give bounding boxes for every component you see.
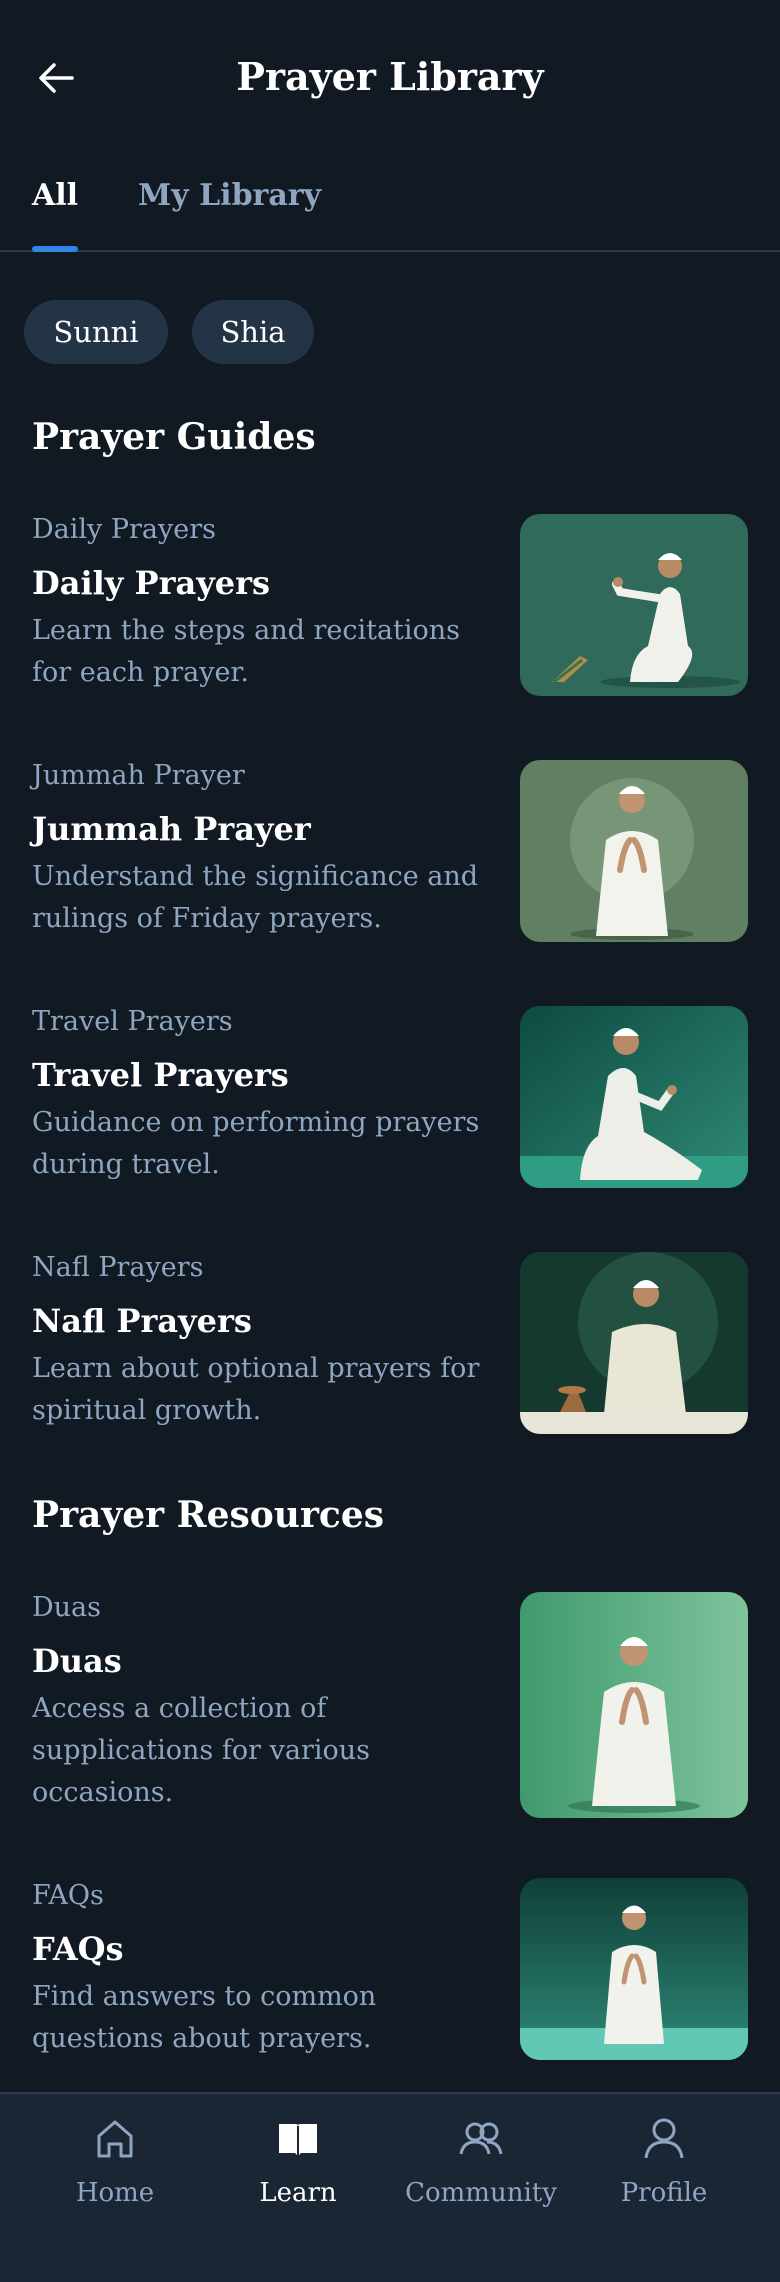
tab-all[interactable]: All (32, 178, 79, 252)
filter-chip-sunni[interactable]: Sunni (24, 300, 168, 364)
page-title: Prayer Library (236, 54, 544, 99)
card-title: Daily Prayers (32, 564, 271, 602)
profile-icon (644, 2118, 684, 2159)
card-thumbnail-image (520, 1878, 748, 2060)
card-description: Learn the steps and recitations for each… (32, 615, 461, 688)
card-description: Understand the significance and rulings … (32, 861, 479, 934)
app-header: Prayer Library (0, 0, 780, 160)
card-category: Travel Prayers (32, 1006, 233, 1037)
nav-profile[interactable]: Profile (574, 2116, 754, 2236)
tab-all-label: All (32, 178, 79, 213)
nav-community[interactable]: Community (391, 2116, 571, 2236)
card-description: Find answers to common questions about p… (32, 1981, 377, 2054)
card-title: Nafl Prayers (32, 1302, 252, 1340)
card-daily-prayers[interactable]: Daily Prayers Daily Prayers Learn the st… (0, 508, 780, 708)
card-category: Duas (32, 1592, 101, 1623)
section-title-guides: Prayer Guides (32, 416, 316, 458)
card-thumbnail-image (520, 1252, 748, 1434)
card-title: Jummah Prayer (32, 810, 311, 848)
filter-chip-label: Shia (220, 315, 286, 349)
bottom-navigation: Home Learn Community Profile (0, 2092, 780, 2282)
card-category: Jummah Prayer (32, 760, 245, 791)
card-duas[interactable]: Duas Duas Access a collection of supplic… (0, 1586, 780, 1826)
card-travel-prayers[interactable]: Travel Prayers Travel Prayers Guidance o… (0, 1000, 780, 1200)
nav-learn[interactable]: Learn (208, 2116, 388, 2236)
nav-label: Learn (259, 2178, 337, 2208)
book-icon (279, 2124, 317, 2156)
card-category: Daily Prayers (32, 514, 217, 545)
nav-label: Community (405, 2178, 557, 2208)
card-faqs[interactable]: FAQs FAQs Find answers to common questio… (0, 1874, 780, 2074)
tab-bar: All My Library (0, 160, 780, 252)
tab-my-library-label: My Library (138, 178, 322, 213)
card-description: Access a collection of supplications for… (32, 1693, 371, 1808)
card-thumbnail-image (520, 760, 748, 942)
card-description: Learn about optional prayers for spiritu… (32, 1353, 480, 1426)
card-title: Duas (32, 1642, 122, 1680)
tab-my-library[interactable]: My Library (138, 178, 321, 250)
card-thumbnail-image (520, 1006, 748, 1188)
filter-chip-shia[interactable]: Shia (192, 300, 314, 364)
card-title: FAQs (32, 1930, 124, 1968)
nav-home[interactable]: Home (25, 2116, 205, 2236)
card-title: Travel Prayers (32, 1056, 289, 1094)
filter-chip-label: Sunni (53, 315, 139, 349)
card-nafl-prayers[interactable]: Nafl Prayers Nafl Prayers Learn about op… (0, 1246, 780, 1446)
card-description: Guidance on performing prayers during tr… (32, 1107, 480, 1180)
active-tab-indicator (32, 246, 79, 252)
home-icon (97, 2120, 133, 2158)
card-thumbnail-image (520, 514, 748, 696)
nav-label: Home (75, 2178, 155, 2208)
section-title-resources: Prayer Resources (32, 1494, 385, 1536)
card-jummah-prayer[interactable]: Jummah Prayer Jummah Prayer Understand t… (0, 754, 780, 954)
nav-label: Profile (620, 2178, 708, 2208)
community-icon (459, 2122, 503, 2155)
card-category: FAQs (32, 1880, 104, 1911)
card-category: Nafl Prayers (32, 1252, 204, 1283)
card-thumbnail-image (520, 1592, 748, 1818)
